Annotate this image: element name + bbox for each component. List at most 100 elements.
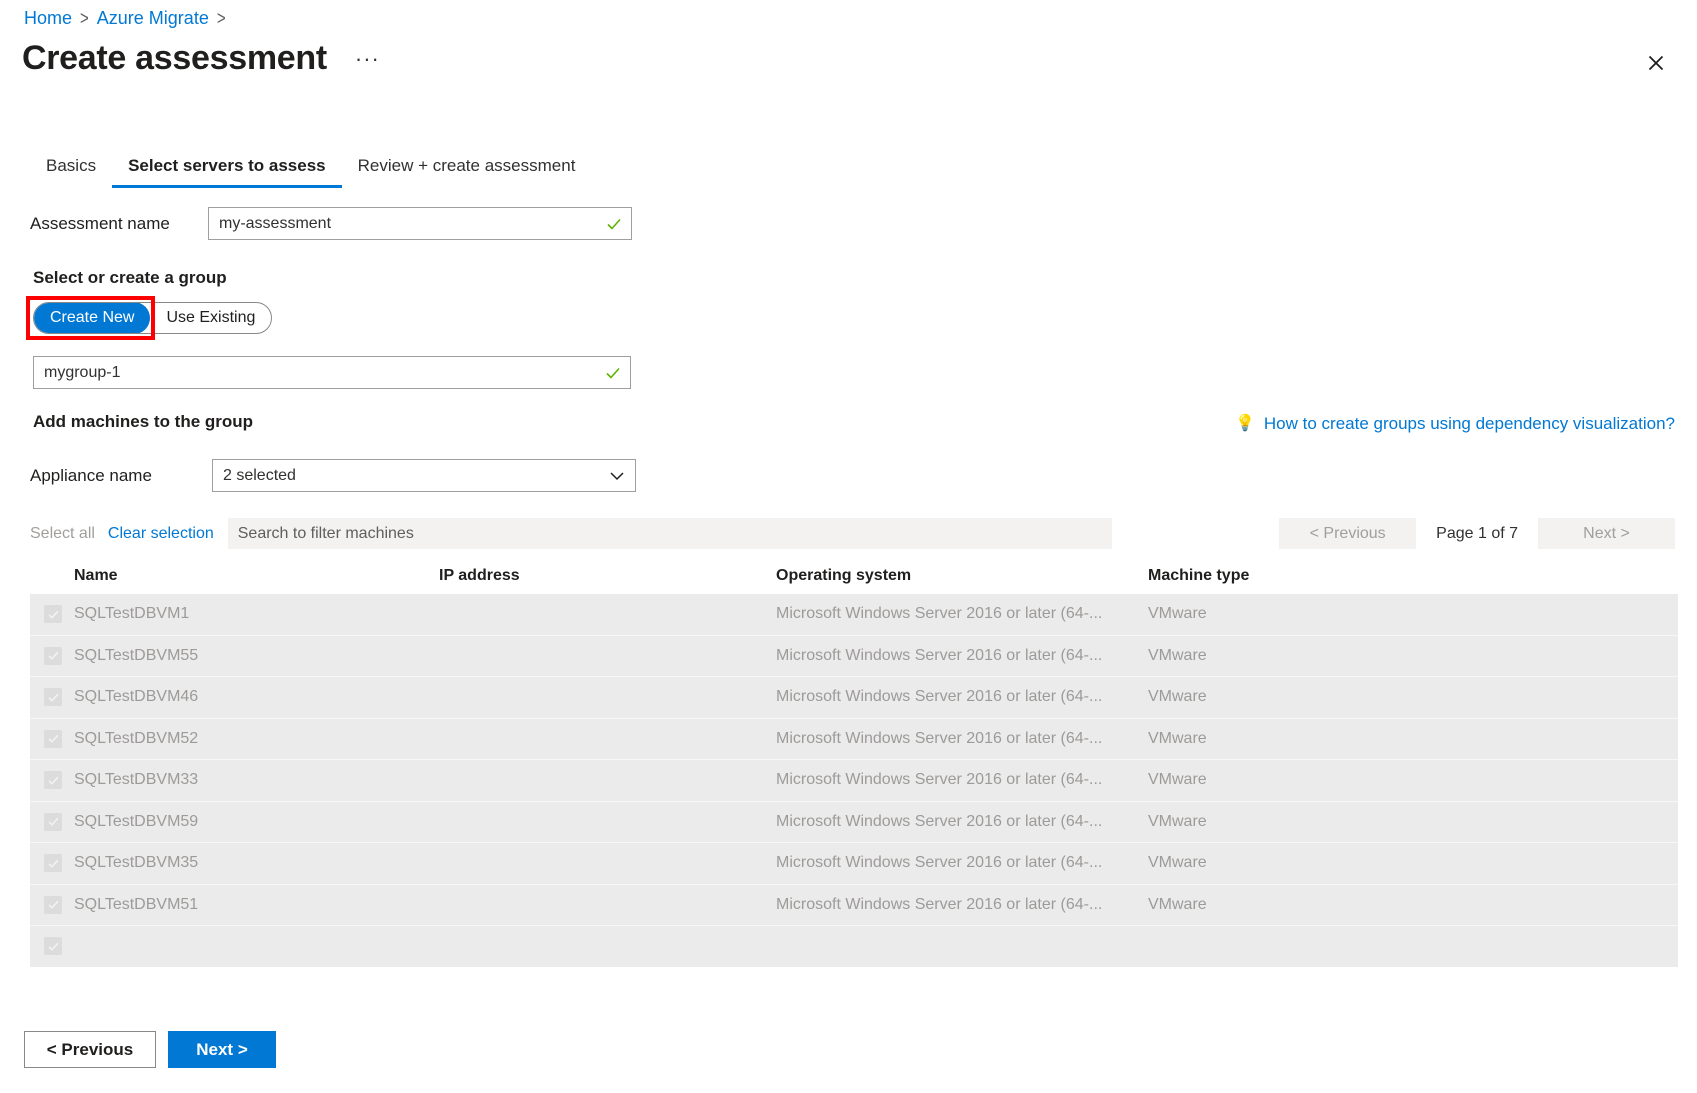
- breadcrumb-item-home[interactable]: Home: [24, 8, 72, 29]
- checkbox-checked-icon[interactable]: [44, 647, 62, 665]
- checkbox-checked-icon[interactable]: [44, 896, 62, 914]
- valid-check-icon: [606, 216, 622, 232]
- help-link-row: 💡 How to create groups using dependency …: [1235, 414, 1675, 434]
- table-row[interactable]: SQLTestDBVM1Microsoft Windows Server 201…: [30, 594, 1678, 636]
- assessment-name-label: Assessment name: [30, 214, 208, 234]
- clear-selection-link[interactable]: Clear selection: [108, 525, 214, 543]
- select-all-link[interactable]: Select all: [30, 525, 95, 543]
- page-title: Create assessment: [22, 40, 327, 77]
- pagination: < Previous Page 1 of 7 Next >: [1279, 518, 1675, 549]
- assessment-name-field-row: Assessment name my-assessment: [30, 207, 632, 240]
- pagination-previous-button[interactable]: < Previous: [1279, 518, 1416, 549]
- toggle-use-existing[interactable]: Use Existing: [150, 302, 271, 334]
- cell-machine-type: VMware: [1148, 730, 1678, 748]
- assessment-name-input[interactable]: my-assessment: [208, 207, 632, 240]
- tab-review-create-assessment[interactable]: Review + create assessment: [342, 152, 592, 188]
- checkbox-checked-icon[interactable]: [44, 605, 62, 623]
- row-checkbox[interactable]: [44, 896, 74, 914]
- cell-operating-system: Microsoft Windows Server 2016 or later (…: [776, 730, 1148, 748]
- group-mode-toggle-group: Create New Use Existing: [33, 302, 272, 334]
- more-options-button[interactable]: ···: [351, 47, 384, 70]
- machines-toolbar: Select all Clear selection Search to fil…: [30, 518, 1675, 549]
- group-name-input[interactable]: mygroup-1: [33, 356, 631, 389]
- pagination-next-button[interactable]: Next >: [1538, 518, 1675, 549]
- column-header-operating-system: Operating system: [776, 567, 1148, 585]
- close-icon: [1646, 53, 1666, 73]
- row-checkbox[interactable]: [44, 688, 74, 706]
- close-button[interactable]: [1637, 44, 1675, 82]
- cell-operating-system: Microsoft Windows Server 2016 or later (…: [776, 854, 1148, 872]
- cell-operating-system: Microsoft Windows Server 2016 or later (…: [776, 688, 1148, 706]
- group-name-field-row: mygroup-1: [33, 356, 631, 389]
- footer-previous-button[interactable]: < Previous: [24, 1031, 156, 1068]
- chevron-down-icon: [609, 468, 625, 484]
- table-body: SQLTestDBVM1Microsoft Windows Server 201…: [30, 594, 1678, 967]
- cell-machine-type: VMware: [1148, 896, 1678, 914]
- wizard-footer: < Previous Next >: [24, 1031, 276, 1068]
- appliance-name-field-row: Appliance name 2 selected: [30, 459, 636, 492]
- search-machines-input[interactable]: Search to filter machines: [228, 518, 1112, 549]
- toggle-create-new[interactable]: Create New: [34, 302, 150, 334]
- appliance-name-value: 2 selected: [223, 467, 296, 485]
- appliance-name-dropdown[interactable]: 2 selected: [212, 459, 636, 492]
- cell-name: SQLTestDBVM55: [74, 647, 439, 665]
- checkbox-checked-icon[interactable]: [44, 730, 62, 748]
- column-header-ip-address: IP address: [439, 567, 776, 585]
- table-row[interactable]: [30, 926, 1678, 967]
- breadcrumb-item-azure-migrate[interactable]: Azure Migrate: [97, 8, 209, 29]
- cell-machine-type: VMware: [1148, 647, 1678, 665]
- row-checkbox[interactable]: [44, 937, 74, 955]
- cell-machine-type: VMware: [1148, 688, 1678, 706]
- cell-name: SQLTestDBVM52: [74, 730, 439, 748]
- cell-machine-type: VMware: [1148, 605, 1678, 623]
- cell-machine-type: VMware: [1148, 813, 1678, 831]
- valid-check-icon: [605, 365, 621, 381]
- checkbox-checked-icon[interactable]: [44, 854, 62, 872]
- checkbox-checked-icon[interactable]: [44, 813, 62, 831]
- checkbox-checked-icon[interactable]: [44, 688, 62, 706]
- lightbulb-icon: 💡: [1235, 416, 1255, 432]
- table-row[interactable]: SQLTestDBVM59 Microsoft Windows Server 20…: [30, 802, 1678, 844]
- footer-next-button[interactable]: Next >: [168, 1031, 276, 1068]
- cell-operating-system: Microsoft Windows Server 2016 or later (…: [776, 605, 1148, 623]
- cell-name: SQLTestDBVM33: [74, 771, 439, 789]
- column-header-name: Name: [74, 567, 439, 585]
- cell-operating-system: Microsoft Windows Server 2016 or later (…: [776, 647, 1148, 665]
- column-header-machine-type: Machine type: [1148, 567, 1678, 585]
- row-checkbox[interactable]: [44, 813, 74, 831]
- tab-bar: Basics Select servers to assess Review +…: [30, 152, 591, 188]
- tab-select-servers-to-assess[interactable]: Select servers to assess: [112, 152, 342, 188]
- pagination-page-label: Page 1 of 7: [1416, 525, 1538, 543]
- table-row[interactable]: SQLTestDBVM52 Microsoft Windows Server 20…: [30, 719, 1678, 761]
- table-header-row: Name IP address Operating system Machine…: [30, 558, 1678, 594]
- cell-name: SQLTestDBVM35: [74, 854, 439, 872]
- checkbox-checked-icon[interactable]: [44, 937, 62, 955]
- cell-name: SQLTestDBVM59: [74, 813, 439, 831]
- row-checkbox[interactable]: [44, 730, 74, 748]
- appliance-name-label: Appliance name: [30, 466, 212, 486]
- row-checkbox[interactable]: [44, 771, 74, 789]
- group-name-value: mygroup-1: [44, 364, 120, 382]
- table-row[interactable]: SQLTestDBVM35 Microsoft Windows Server 20…: [30, 843, 1678, 885]
- table-row[interactable]: SQLTestDBVM33 Microsoft Windows Server 20…: [30, 760, 1678, 802]
- dependency-visualization-help-link[interactable]: How to create groups using dependency vi…: [1264, 414, 1675, 434]
- row-checkbox[interactable]: [44, 854, 74, 872]
- machines-table: Name IP address Operating system Machine…: [30, 558, 1678, 967]
- breadcrumb-separator: >: [80, 7, 89, 29]
- tab-basics[interactable]: Basics: [30, 152, 112, 188]
- cell-machine-type: VMware: [1148, 771, 1678, 789]
- breadcrumb: Home > Azure Migrate >: [24, 8, 226, 29]
- cell-operating-system: Microsoft Windows Server 2016 or later (…: [776, 813, 1148, 831]
- table-row[interactable]: SQLTestDBVM46Microsoft Windows Server 20…: [30, 677, 1678, 719]
- row-checkbox[interactable]: [44, 605, 74, 623]
- checkbox-checked-icon[interactable]: [44, 771, 62, 789]
- cell-name: SQLTestDBVM51: [74, 896, 439, 914]
- page-header: Create assessment ···: [22, 40, 384, 77]
- cell-operating-system: Microsoft Windows Server 2016 or later (…: [776, 896, 1148, 914]
- table-row[interactable]: SQLTestDBVM55 Microsoft Windows Server 20…: [30, 636, 1678, 678]
- row-checkbox[interactable]: [44, 647, 74, 665]
- breadcrumb-separator: >: [217, 7, 226, 29]
- table-row[interactable]: SQLTestDBVM51 Microsoft Windows Server 20…: [30, 885, 1678, 927]
- add-machines-heading: Add machines to the group: [33, 412, 253, 432]
- cell-operating-system: Microsoft Windows Server 2016 or later (…: [776, 771, 1148, 789]
